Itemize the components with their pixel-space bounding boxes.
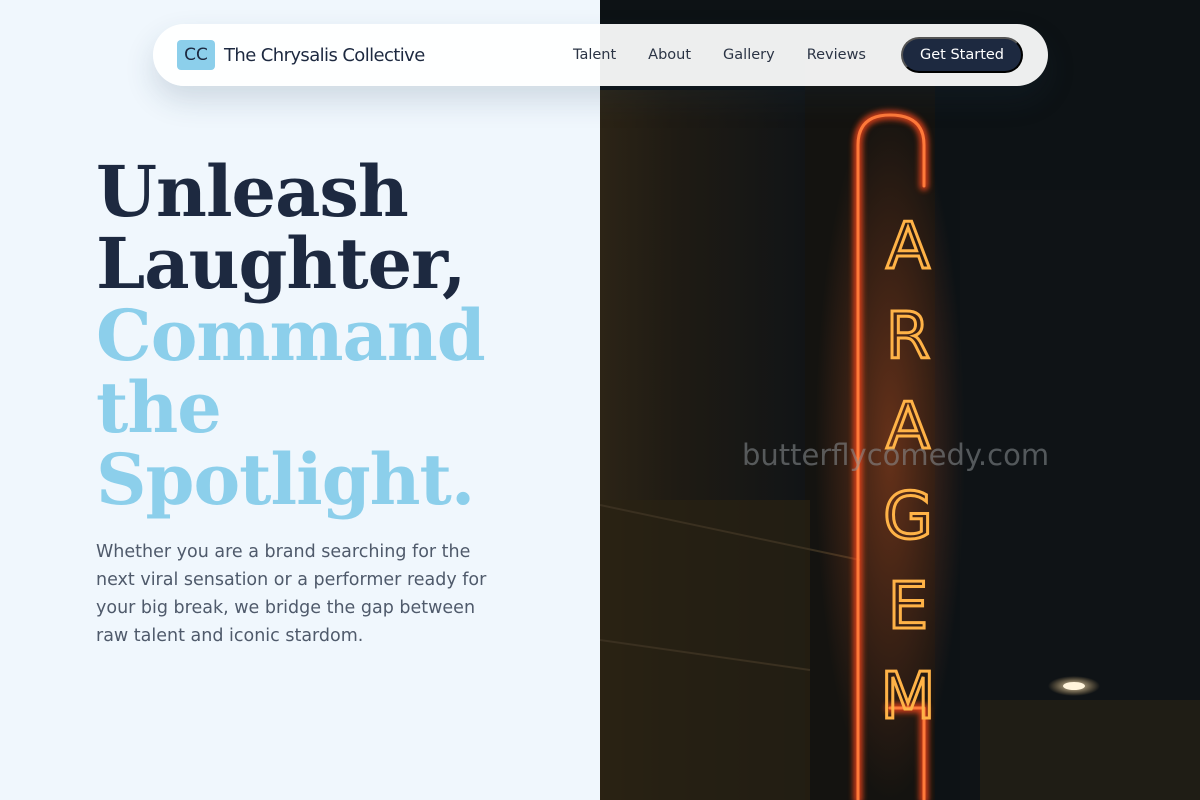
brand-name: The Chrysalis Collective [224,44,425,66]
nav-link-gallery[interactable]: Gallery [723,47,775,63]
navbar: CC The Chrysalis Collective Talent About… [153,24,1048,86]
neon-sign-letter: A [886,210,930,284]
neon-sign-image: ARAGEM [600,0,1200,800]
headline-accent-line: the [96,366,222,449]
get-started-button[interactable]: Get Started [901,37,1023,73]
neon-sign-letter: M [880,660,935,734]
hero-section: Unleash Laughter, Command the Spotlight.… [0,0,600,800]
neon-sign-letter: G [883,480,933,554]
nav-link-reviews[interactable]: Reviews [807,47,866,63]
headline-accent-line: Spotlight. [96,438,475,521]
neon-sign-letter: R [886,300,930,374]
headline-line: Unleash [96,150,409,233]
headline-accent-line: Command [96,294,486,377]
neon-sign-letter: E [888,570,928,644]
hero-headline: Unleash Laughter, Command the Spotlight. [96,156,576,516]
hero-photo: ARAGEM butterflycomedy.com [600,0,1200,800]
headline-line: Laughter, [96,222,466,305]
nav-link-talent[interactable]: Talent [573,47,616,63]
brand-mark-icon: CC [177,40,215,70]
hero-description: Whether you are a brand searching for th… [96,542,487,646]
brand-logo[interactable]: CC The Chrysalis Collective [177,40,425,70]
nav-link-about[interactable]: About [648,47,691,63]
watermark-text: butterflycomedy.com [742,438,1050,472]
nav-links: Talent About Gallery Reviews [573,24,898,86]
